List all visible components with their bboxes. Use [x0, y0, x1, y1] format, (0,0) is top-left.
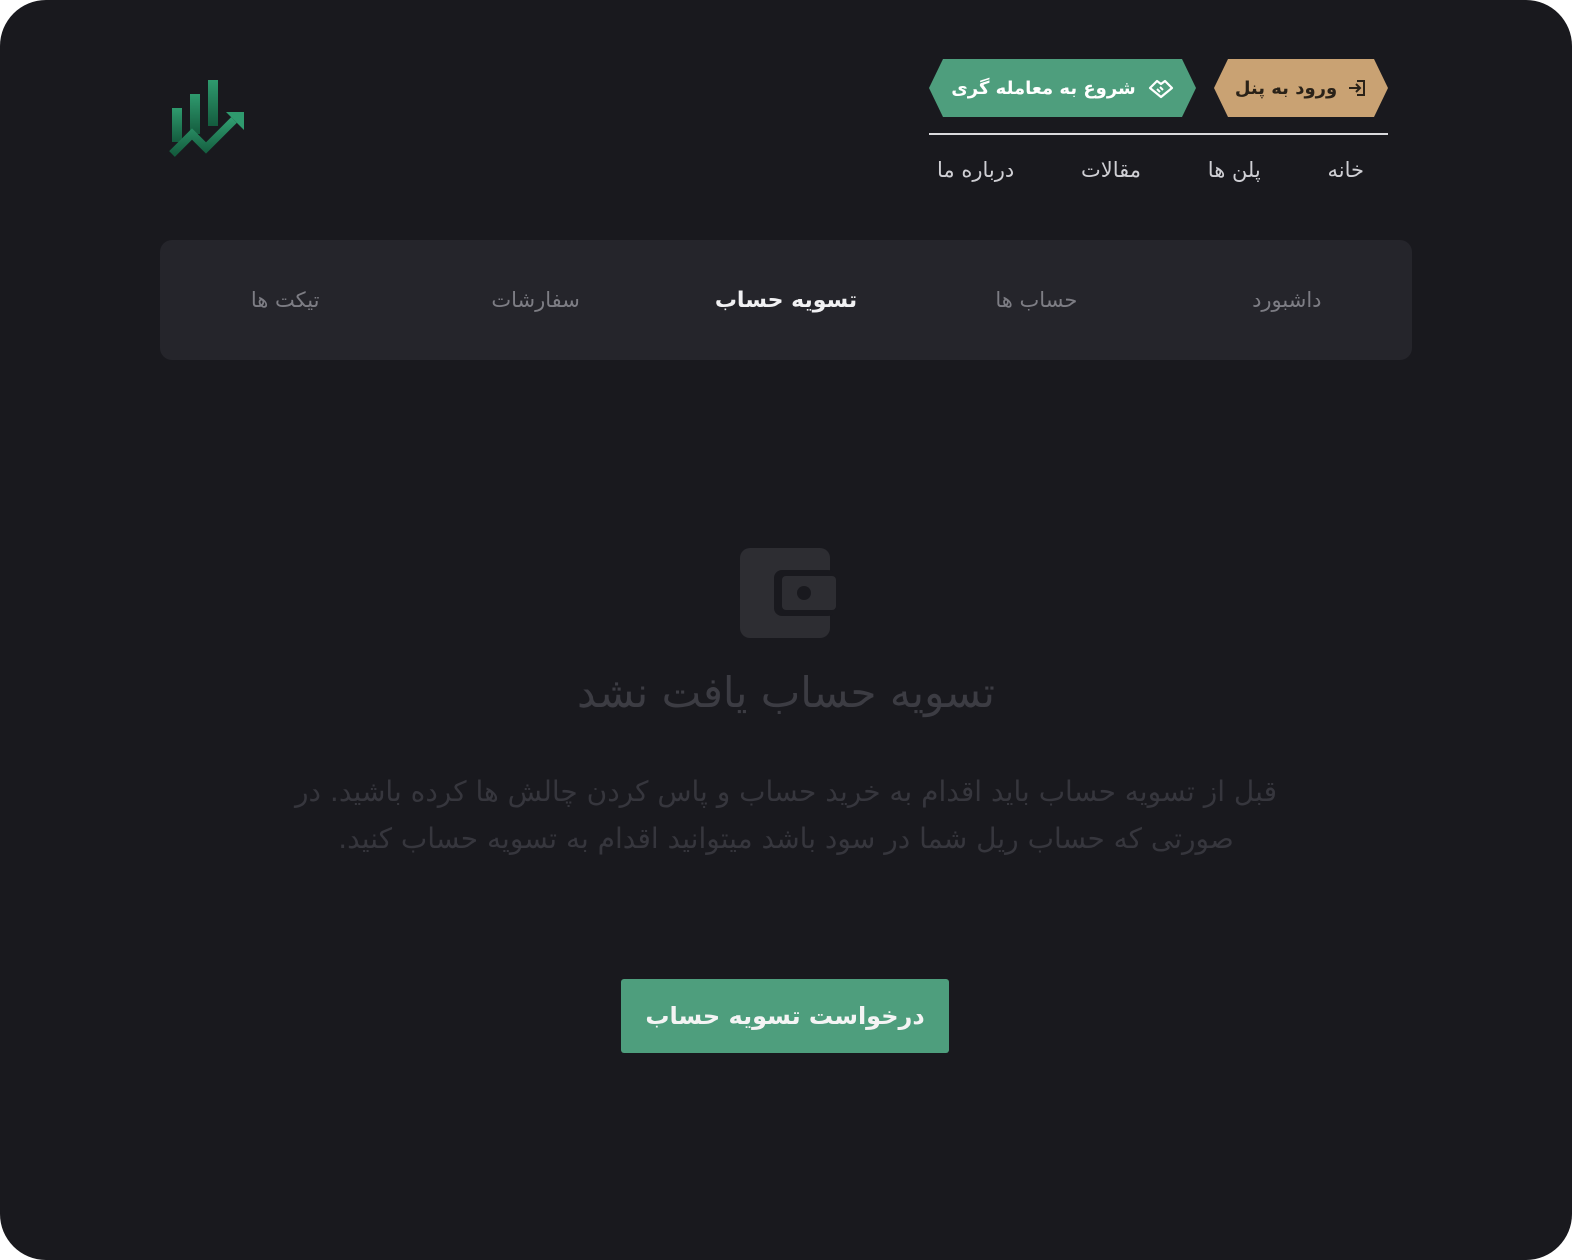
- logo[interactable]: [168, 76, 246, 160]
- panel-tabs: داشبورد حساب ها تسویه حساب سفارشات تیکت …: [160, 240, 1412, 360]
- tab-accounts[interactable]: حساب ها: [911, 288, 1161, 312]
- app-frame: ورود به پنل شروع به معامله گری خانه پلن …: [0, 0, 1572, 1260]
- panel-login-label: ورود به پنل: [1234, 77, 1338, 99]
- start-trading-label: شروع به معامله گری: [951, 77, 1136, 99]
- login-icon: [1347, 78, 1367, 98]
- nav-plans[interactable]: پلن ها: [1208, 158, 1261, 182]
- chart-logo-icon: [169, 80, 244, 157]
- tab-settlement[interactable]: تسویه حساب: [661, 288, 911, 313]
- request-settlement-button[interactable]: درخواست تسویه حساب: [621, 979, 949, 1053]
- panel-login-button[interactable]: ورود به پنل: [1214, 59, 1388, 117]
- start-trading-button[interactable]: شروع به معامله گری: [929, 59, 1196, 117]
- handshake-icon: [1148, 77, 1174, 99]
- tab-tickets[interactable]: تیکت ها: [160, 288, 410, 312]
- wallet-icon: [740, 548, 836, 638]
- nav-articles[interactable]: مقالات: [1081, 158, 1141, 182]
- empty-state-title: تسویه حساب یافت نشد: [577, 668, 995, 717]
- header-divider: [929, 133, 1388, 135]
- nav-home[interactable]: خانه: [1328, 158, 1364, 182]
- empty-state-description: قبل از تسویه حساب باید اقدام به خرید حسا…: [295, 775, 1277, 855]
- tab-dashboard[interactable]: داشبورد: [1162, 288, 1412, 312]
- nav-about[interactable]: درباره ما: [937, 158, 1014, 182]
- tab-orders[interactable]: سفارشات: [410, 288, 660, 312]
- top-nav: خانه پلن ها مقالات درباره ما: [929, 150, 1388, 190]
